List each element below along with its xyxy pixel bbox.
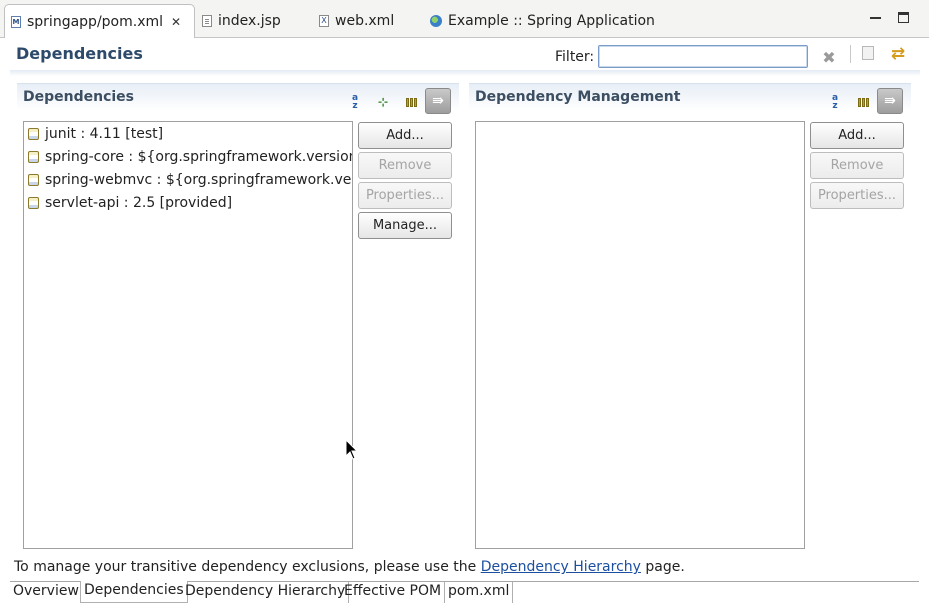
jsp-file-icon	[202, 14, 212, 27]
remove-dependency-button[interactable]: Remove	[358, 152, 452, 179]
tab-overview[interactable]: Overview	[10, 582, 83, 603]
add-managed-dependency-button[interactable]: Add...	[810, 122, 904, 149]
show-group-id-icon[interactable]	[401, 92, 421, 112]
add-dependency-button[interactable]: Add...	[358, 122, 452, 149]
dependency-management-section-header: Dependency Management az ⇛	[469, 83, 911, 114]
tab-label: springapp/pom.xml	[27, 13, 164, 30]
tab-label: web.xml	[335, 12, 395, 29]
sort-alphabetically-icon[interactable]: az	[825, 92, 845, 112]
dependency-hierarchy-link[interactable]: Dependency Hierarchy	[481, 559, 641, 575]
remove-managed-dependency-button[interactable]: Remove	[810, 152, 904, 179]
globe-icon	[430, 14, 442, 27]
tree-view-icon[interactable]: ⊹	[373, 92, 393, 112]
show-group-id-icon[interactable]	[853, 92, 873, 112]
mouse-cursor-icon	[345, 439, 359, 460]
page-title: Dependencies	[16, 44, 143, 63]
tab-dependencies[interactable]: Dependencies	[80, 581, 188, 603]
jar-icon	[28, 196, 39, 209]
filter-input[interactable]	[598, 45, 808, 68]
section-title: Dependencies	[23, 89, 135, 105]
jar-icon	[28, 127, 39, 140]
managed-dependency-properties-button[interactable]: Properties...	[810, 182, 904, 209]
minimize-icon[interactable]	[870, 12, 881, 19]
refresh-icon[interactable]: ⇄	[890, 46, 906, 63]
jar-icon	[28, 173, 39, 186]
editor-tab-bar: M springapp/pom.xml ✕ index.jsp X web.xm…	[0, 0, 929, 38]
dependencies-section-header: Dependencies az ⊹ ⇛	[17, 83, 459, 114]
clear-filter-icon[interactable]: ✖	[822, 50, 836, 66]
dependency-properties-button[interactable]: Properties...	[358, 182, 452, 209]
tab-pom-xml-source[interactable]: pom.xml	[445, 582, 514, 603]
list-item[interactable]: spring-webmvc : ${org.springframework.ve…	[24, 168, 352, 191]
filter-label: Filter:	[555, 49, 595, 65]
tab-effective-pom[interactable]: Effective POM	[341, 582, 446, 603]
exclusions-hint: To manage your transitive dependency exc…	[14, 559, 685, 575]
manage-dependencies-button[interactable]: Manage...	[358, 212, 452, 239]
tab-dependency-hierarchy[interactable]: Dependency Hierarchy	[182, 582, 350, 603]
header-divider	[10, 70, 920, 76]
list-item[interactable]: junit : 4.11 [test]	[24, 122, 352, 145]
show-document-icon[interactable]	[862, 46, 874, 60]
editor-page-tabs: Overview Dependencies Dependency Hierarc…	[10, 581, 919, 612]
tab-index-jsp[interactable]: index.jsp	[202, 5, 281, 36]
link-with-editor-icon[interactable]: ⇛	[425, 88, 451, 114]
tab-web-xml[interactable]: X web.xml	[319, 5, 394, 36]
list-item[interactable]: servlet-api : 2.5 [provided]	[24, 191, 352, 214]
tab-pom-xml[interactable]: M springapp/pom.xml ✕	[4, 4, 195, 38]
tab-label: Example :: Spring Application	[448, 12, 655, 29]
tab-label: index.jsp	[218, 12, 281, 29]
jar-icon	[28, 150, 39, 163]
list-item[interactable]: spring-core : ${org.springframework.vers…	[24, 145, 352, 168]
maven-pom-icon: M	[11, 15, 21, 28]
tab-example-spring[interactable]: Example :: Spring Application	[430, 5, 655, 36]
dependency-management-list[interactable]	[475, 121, 805, 549]
sort-alphabetically-icon[interactable]: az	[345, 92, 365, 112]
dependencies-list[interactable]: junit : 4.11 [test] spring-core : ${org.…	[23, 121, 353, 549]
link-with-editor-icon[interactable]: ⇛	[877, 88, 903, 114]
toolbar-separator	[850, 45, 851, 63]
xml-file-icon: X	[319, 14, 329, 27]
close-icon[interactable]: ✕	[171, 15, 181, 29]
section-title: Dependency Management	[475, 89, 681, 105]
maximize-icon[interactable]	[898, 12, 909, 23]
